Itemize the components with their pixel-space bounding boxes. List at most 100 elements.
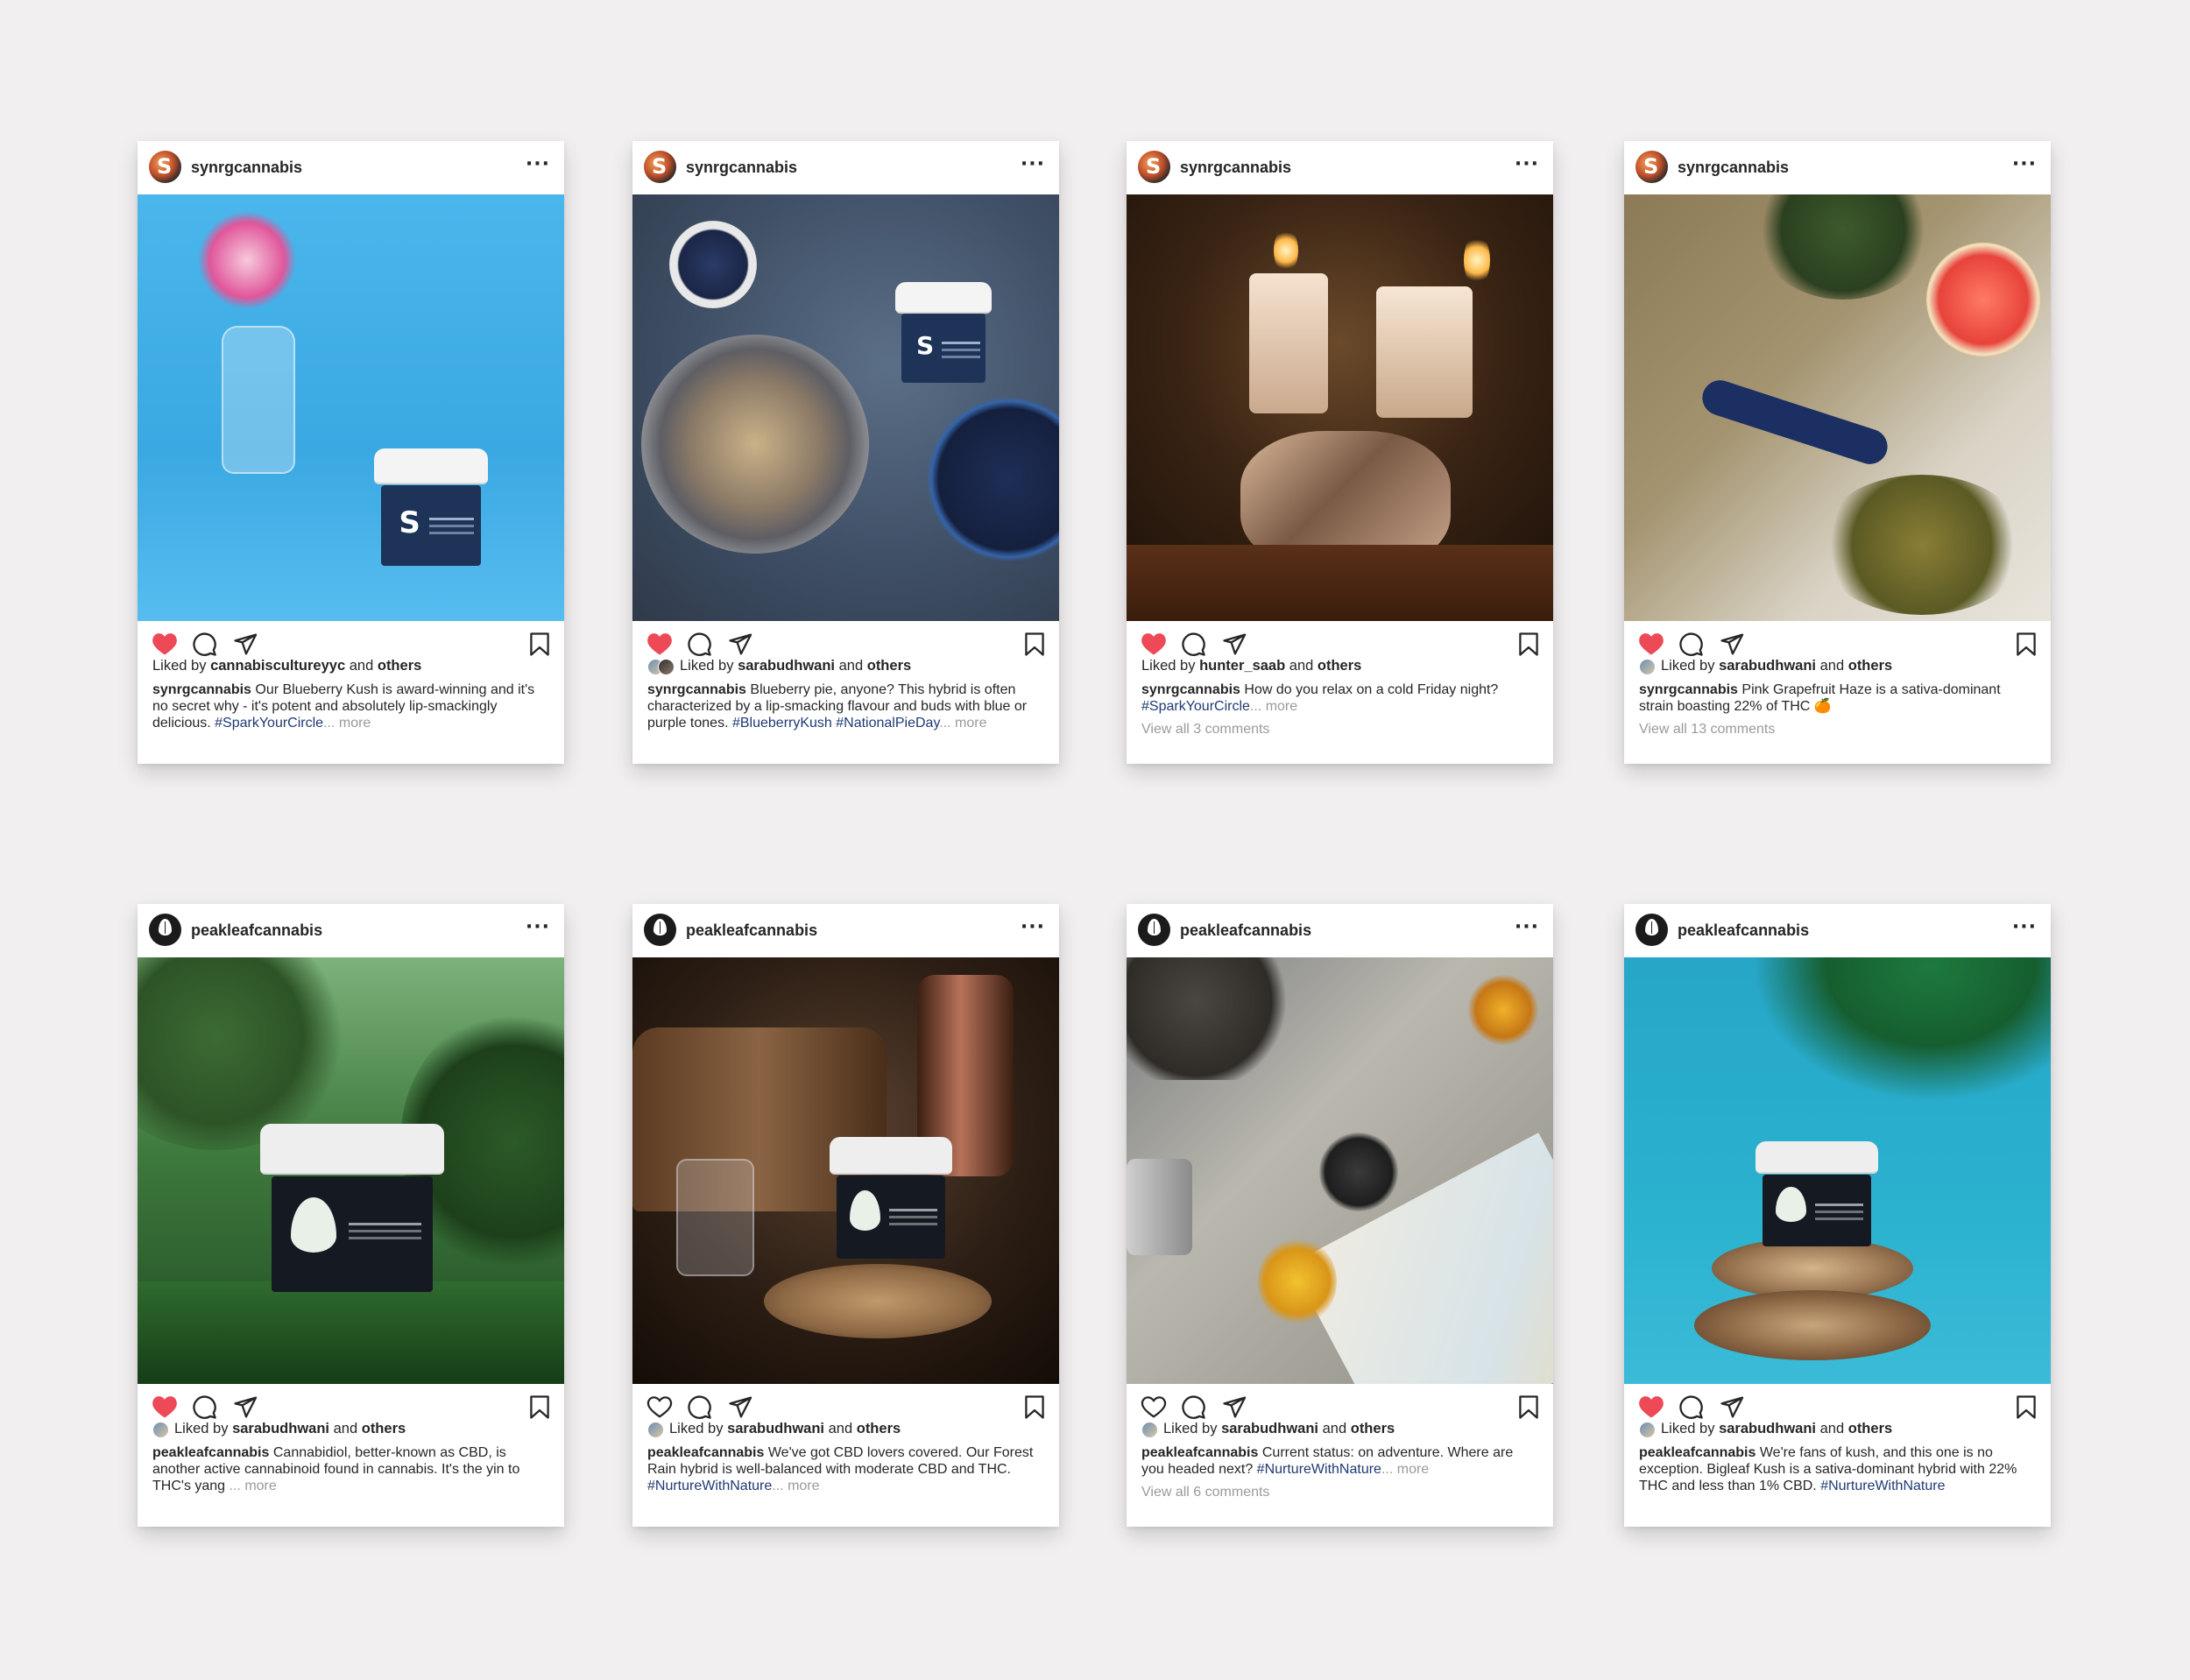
share-icon[interactable] (727, 632, 753, 657)
share-icon[interactable] (232, 632, 258, 657)
liked-by-user[interactable]: sarabudhwani (738, 658, 835, 674)
profile-avatar[interactable] (1635, 914, 1668, 946)
post-photo[interactable]: S (138, 194, 564, 621)
liked-by-line[interactable]: Liked by sarabudhwani and others (152, 1421, 406, 1439)
post-photo[interactable]: S (632, 194, 1059, 621)
liked-by-user[interactable]: hunter_saab (1199, 658, 1285, 674)
comment-icon[interactable] (1678, 1394, 1704, 1420)
liked-by-line[interactable]: Liked by sarabudhwani and others (1141, 1421, 1395, 1439)
caption-more-link[interactable]: ... more (1381, 1462, 1429, 1477)
more-options-icon[interactable]: ··· (2012, 153, 2037, 175)
post-username[interactable]: peakleafcannabis (686, 921, 817, 940)
like-heart-icon[interactable] (646, 1394, 673, 1419)
caption-username[interactable]: synrgcannabis (1141, 682, 1240, 697)
bookmark-icon[interactable] (529, 1394, 550, 1420)
caption-username[interactable]: peakleafcannabis (1141, 1445, 1258, 1460)
like-heart-icon[interactable] (1638, 1394, 1664, 1419)
comment-icon[interactable] (192, 632, 217, 657)
caption-hashtags[interactable]: #NurtureWithNature (1820, 1479, 1945, 1493)
liked-by-user[interactable]: sarabudhwani (232, 1421, 329, 1436)
liked-by-others[interactable]: others (857, 1421, 901, 1436)
bookmark-icon[interactable] (1024, 632, 1045, 657)
liked-by-others[interactable]: others (378, 658, 421, 674)
liked-by-line[interactable]: Liked by hunter_saab and others (1141, 658, 1361, 674)
more-options-icon[interactable]: ··· (1021, 153, 1045, 175)
share-icon[interactable] (1221, 632, 1247, 657)
liked-by-others[interactable]: others (1351, 1421, 1395, 1436)
caption-hashtags[interactable]: #NurtureWithNature (647, 1479, 772, 1493)
bookmark-icon[interactable] (1518, 632, 1539, 657)
more-options-icon[interactable]: ··· (1515, 153, 1539, 175)
caption-hashtags[interactable]: #SparkYourCircle (1141, 699, 1250, 714)
post-photo[interactable] (1127, 957, 1553, 1384)
more-options-icon[interactable]: ··· (1515, 916, 1539, 938)
profile-avatar[interactable] (644, 914, 676, 946)
comment-icon[interactable] (1181, 632, 1206, 657)
caption-more-link[interactable]: ... more (939, 716, 986, 731)
like-heart-icon[interactable] (152, 632, 178, 656)
caption-hashtags[interactable]: #NurtureWithNature (1257, 1462, 1381, 1477)
view-comments-link[interactable]: View all 6 comments (1141, 1485, 1269, 1500)
caption-username[interactable]: synrgcannabis (647, 682, 746, 697)
share-icon[interactable] (1719, 632, 1745, 657)
liked-by-line[interactable]: Liked by sarabudhwani and others (1639, 1421, 1892, 1439)
post-photo[interactable] (1127, 194, 1553, 621)
profile-avatar[interactable]: S (1635, 151, 1668, 183)
share-icon[interactable] (727, 1394, 753, 1420)
liked-by-user[interactable]: sarabudhwani (1221, 1421, 1318, 1436)
more-options-icon[interactable]: ··· (2012, 916, 2037, 938)
post-photo[interactable] (138, 957, 564, 1384)
share-icon[interactable] (1719, 1394, 1745, 1420)
like-heart-icon[interactable] (1141, 632, 1167, 656)
profile-avatar[interactable]: S (644, 151, 676, 183)
comment-icon[interactable] (687, 632, 712, 657)
liked-by-others[interactable]: others (1848, 658, 1892, 674)
liked-by-others[interactable]: others (1318, 658, 1361, 674)
post-username[interactable]: synrgcannabis (1678, 159, 1789, 177)
like-heart-icon[interactable] (152, 1394, 178, 1419)
view-comments-link[interactable]: View all 13 comments (1639, 722, 1775, 738)
liked-by-user[interactable]: sarabudhwani (727, 1421, 824, 1436)
caption-hashtags[interactable]: #BlueberryKush #NationalPieDay (732, 716, 939, 731)
liked-by-line[interactable]: Liked by sarabudhwani and others (1639, 658, 1892, 676)
post-photo[interactable] (1624, 957, 2051, 1384)
caption-username[interactable]: peakleafcannabis (152, 1445, 269, 1460)
post-photo[interactable] (1624, 194, 2051, 621)
caption-more-link[interactable]: ... more (772, 1479, 819, 1493)
caption-username[interactable]: peakleafcannabis (647, 1445, 764, 1460)
liked-by-user[interactable]: cannabiscultureyyc (210, 658, 345, 674)
liked-by-line[interactable]: Liked by cannabiscultureyyc and others (152, 658, 421, 674)
comment-icon[interactable] (1181, 1394, 1206, 1420)
more-options-icon[interactable]: ··· (526, 916, 550, 938)
like-heart-icon[interactable] (1638, 632, 1664, 656)
liked-by-line[interactable]: Liked by sarabudhwani and others (647, 658, 911, 676)
caption-username[interactable]: synrgcannabis (1639, 682, 1738, 697)
post-username[interactable]: synrgcannabis (1180, 159, 1291, 177)
like-heart-icon[interactable] (646, 632, 673, 656)
profile-avatar[interactable] (1138, 914, 1170, 946)
bookmark-icon[interactable] (1518, 1394, 1539, 1420)
post-username[interactable]: synrgcannabis (686, 159, 797, 177)
comment-icon[interactable] (687, 1394, 712, 1420)
share-icon[interactable] (232, 1394, 258, 1420)
post-photo[interactable] (632, 957, 1059, 1384)
bookmark-icon[interactable] (2016, 1394, 2037, 1420)
liked-by-others[interactable]: others (867, 658, 911, 674)
caption-more-link[interactable]: ... more (230, 1479, 277, 1493)
liked-by-line[interactable]: Liked by sarabudhwani and others (647, 1421, 901, 1439)
liked-by-user[interactable]: sarabudhwani (1719, 1421, 1816, 1436)
liked-by-user[interactable]: sarabudhwani (1719, 658, 1816, 674)
bookmark-icon[interactable] (529, 632, 550, 657)
post-username[interactable]: peakleafcannabis (1678, 921, 1809, 940)
caption-username[interactable]: peakleafcannabis (1639, 1445, 1756, 1460)
profile-avatar[interactable]: S (1138, 151, 1170, 183)
more-options-icon[interactable]: ··· (1021, 916, 1045, 938)
post-username[interactable]: peakleafcannabis (191, 921, 322, 940)
caption-more-link[interactable]: ... more (1250, 699, 1297, 714)
more-options-icon[interactable]: ··· (526, 153, 550, 175)
caption-username[interactable]: synrgcannabis (152, 682, 251, 697)
liked-by-others[interactable]: others (1848, 1421, 1892, 1436)
comment-icon[interactable] (1678, 632, 1704, 657)
bookmark-icon[interactable] (1024, 1394, 1045, 1420)
view-comments-link[interactable]: View all 3 comments (1141, 722, 1269, 738)
